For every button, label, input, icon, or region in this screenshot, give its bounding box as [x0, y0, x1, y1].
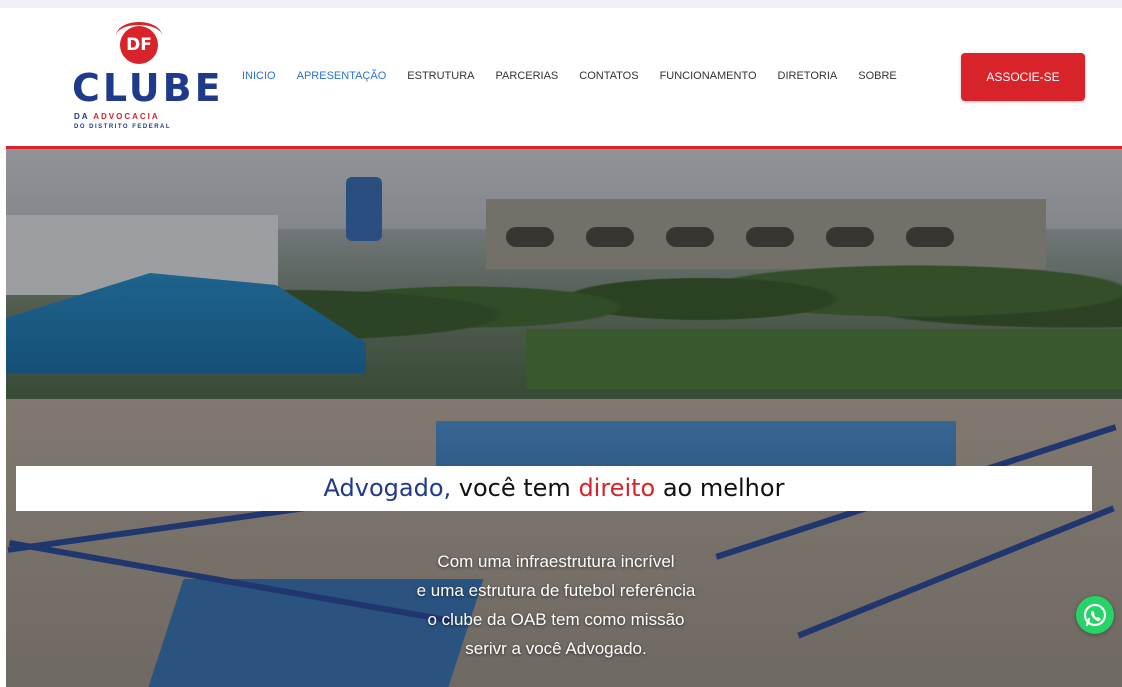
window-top-edge	[0, 0, 1122, 8]
logo-badge: DF	[120, 26, 158, 64]
logo-subtitle: DA ADVOCACIA	[74, 112, 160, 121]
hero-tagline: Advogado, você tem direito ao melhor	[16, 466, 1092, 511]
whatsapp-icon	[1083, 603, 1107, 627]
hero-desc-line: Com uma infraestrutura incrível	[437, 552, 675, 571]
hero-desc-line: e uma estrutura de futebol referência	[416, 581, 696, 600]
nav-item-parcerias[interactable]: PARCERIAS	[496, 70, 559, 82]
main-nav: INICIO APRESENTAÇÃO ESTRUTURA PARCERIAS …	[242, 70, 918, 82]
nav-item-estrutura[interactable]: ESTRUTURA	[407, 70, 474, 82]
hero-desc-line: serivr a você Advogado.	[465, 639, 647, 658]
nav-item-inicio[interactable]: INICIO	[242, 70, 276, 82]
tagline-advogado: Advogado,	[323, 474, 452, 502]
nav-item-sobre[interactable]: SOBRE	[858, 70, 897, 82]
logo-sub-advocacia: ADVOCACIA	[93, 112, 160, 121]
hero-banner: Advogado, você tem direito ao melhor Com…	[6, 149, 1122, 687]
site-header: DF CLUBE DA ADVOCACIA DO DISTRITO FEDERA…	[6, 8, 1122, 149]
logo-sub-da: DA	[74, 112, 90, 121]
logo-title: CLUBE	[72, 66, 224, 110]
tagline-middle: você tem	[451, 474, 579, 502]
nav-item-diretoria[interactable]: DIRETORIA	[778, 70, 838, 82]
nav-item-funcionamento[interactable]: FUNCIONAMENTO	[660, 70, 757, 82]
nav-item-contatos[interactable]: CONTATOS	[579, 70, 638, 82]
nav-item-apresentacao[interactable]: APRESENTAÇÃO	[297, 70, 387, 82]
site-logo[interactable]: DF CLUBE DA ADVOCACIA DO DISTRITO FEDERA…	[68, 22, 221, 134]
associe-se-button[interactable]: ASSOCIE-SE	[961, 53, 1085, 101]
tagline-end: ao melhor	[655, 474, 785, 502]
logo-subtitle-line2: DO DISTRITO FEDERAL	[74, 124, 172, 130]
tagline-direito: direito	[578, 474, 656, 502]
hero-desc-line: o clube da OAB tem como missão	[427, 610, 685, 629]
whatsapp-button[interactable]	[1076, 596, 1114, 634]
hero-description: Com uma infraestrutura incrível e uma es…	[306, 547, 806, 663]
